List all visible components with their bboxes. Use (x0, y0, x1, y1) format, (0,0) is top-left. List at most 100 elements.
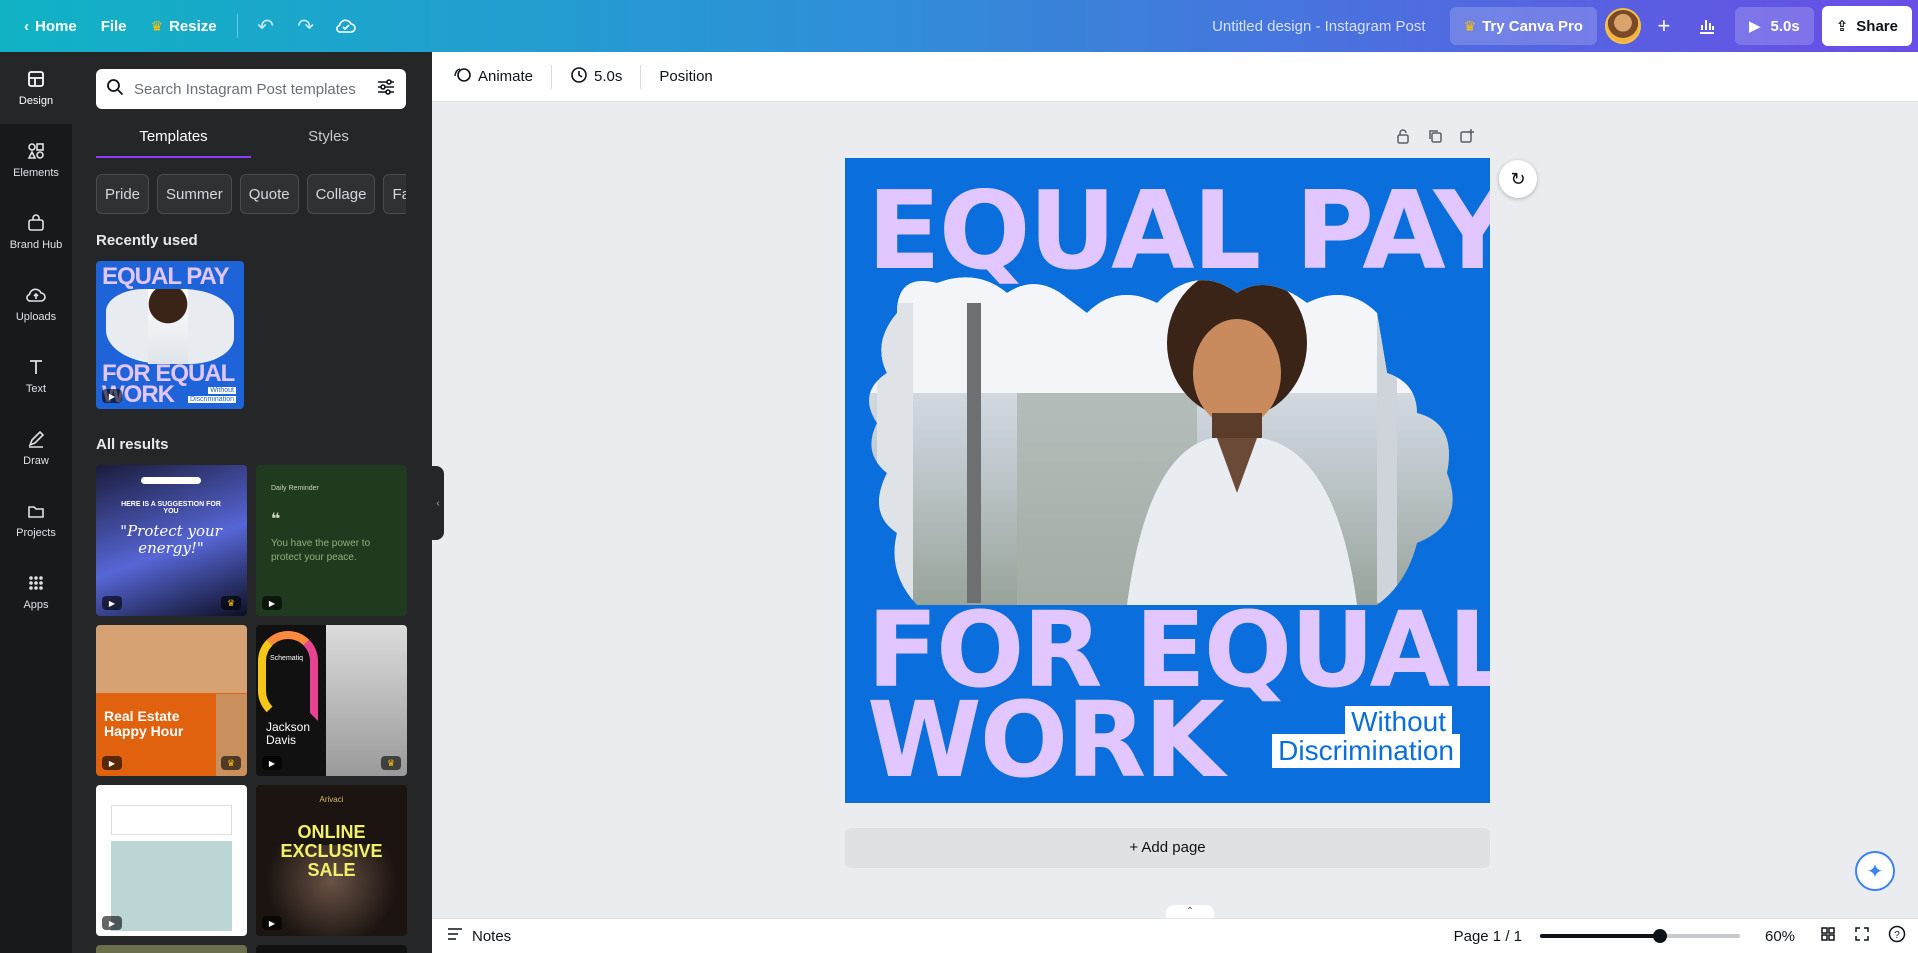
resize-button[interactable]: ♛ Resize (139, 8, 229, 44)
duplicate-page-icon[interactable] (1427, 128, 1443, 149)
tab-templates[interactable]: Templates (96, 118, 251, 158)
show-timeline-toggle[interactable]: ⌃ (1166, 905, 1214, 919)
add-page-icon[interactable] (1459, 128, 1475, 149)
animate-icon (454, 66, 472, 88)
thumb-text-2: "Protect your energy!" (120, 522, 222, 557)
chevron-left-icon: ‹ (436, 497, 440, 509)
thumb-person (148, 289, 188, 364)
play-icon: ▶ (1748, 18, 1761, 35)
notes-label: Notes (472, 927, 512, 945)
headline-line-3[interactable]: WORK (867, 688, 1225, 792)
rail-label: Draw (23, 455, 49, 467)
animate-button[interactable]: Animate (446, 59, 541, 95)
thumb-sub-2: Discrimination (188, 396, 236, 403)
headline-line-1[interactable]: EQUAL PAY (867, 178, 1490, 286)
add-comment-button[interactable]: ↻ (1499, 160, 1537, 198)
grid-view-icon[interactable] (1820, 926, 1836, 947)
crown-icon: ♛ (381, 756, 401, 770)
rail-item-draw[interactable]: Draw (0, 412, 72, 484)
rail-item-design[interactable]: Design (0, 52, 72, 124)
redo-icon[interactable]: ↷ (286, 8, 326, 44)
rail-label: Uploads (15, 311, 57, 323)
tab-styles[interactable]: Styles (251, 118, 406, 158)
template-thumb[interactable]: ▶ (96, 785, 247, 936)
present-play-button[interactable]: ▶ 5.0s (1734, 7, 1814, 45)
zoom-slider[interactable] (1540, 929, 1740, 943)
template-thumb[interactable] (256, 945, 407, 953)
magic-assistant-button[interactable]: ✦ (1855, 851, 1895, 891)
help-icon[interactable]: ? (1888, 925, 1906, 948)
analytics-icon[interactable] (1687, 8, 1727, 44)
notes-button[interactable]: Notes (446, 926, 511, 946)
video-icon: ▶ (102, 389, 122, 403)
search-input[interactable] (134, 80, 366, 98)
thumb-photo (111, 841, 232, 931)
design-canvas[interactable]: EQUAL PAY FOR EQUAL WORK Without Discrim… (845, 158, 1490, 803)
document-title[interactable]: Untitled design - Instagram Post (1212, 18, 1425, 35)
template-thumb[interactable]: Real Estate Happy Hour ▶ ♛ (96, 625, 247, 776)
template-thumb[interactable]: Arivaci ONLINE EXCLUSIVE SALE ▶ (256, 785, 407, 936)
chip-pride[interactable]: Pride (96, 174, 150, 214)
vertical-scrollbar[interactable] (1904, 102, 1918, 918)
rail-label: Projects (16, 527, 56, 539)
thumb-photo (326, 625, 407, 776)
chip-quote[interactable]: Quote (239, 174, 299, 214)
thumb-pill (141, 477, 201, 484)
recent-template-thumb[interactable]: EQUAL PAY FOR EQUAL WORK Without Discrim… (96, 261, 244, 409)
thumb-text-2: Schematiq (270, 655, 304, 662)
chip-summer[interactable]: Summer (157, 174, 232, 214)
resize-label: Resize (169, 17, 217, 35)
rail-item-elements[interactable]: Elements (0, 124, 72, 196)
subtitle-discrimination[interactable]: Discrimination (1272, 734, 1460, 768)
file-label: File (100, 17, 127, 35)
rail-item-text[interactable]: Text (0, 340, 72, 412)
page-indicator[interactable]: Page 1 / 1 (1454, 928, 1522, 945)
rail-item-projects[interactable]: Projects (0, 484, 72, 556)
template-thumb[interactable]: HERE IS A SUGGESTION FOR YOU "Protect yo… (96, 465, 247, 616)
photo-blob (869, 277, 1453, 605)
lock-icon[interactable] (1395, 128, 1411, 149)
file-menu-button[interactable]: File (89, 8, 139, 44)
divider (640, 64, 642, 89)
thumb-shape (258, 631, 318, 721)
rail-item-uploads[interactable]: Uploads (0, 268, 72, 340)
svg-text:?: ? (1894, 930, 1900, 941)
add-page-button[interactable]: + Add page (845, 828, 1490, 868)
plus-icon[interactable]: + (1649, 13, 1679, 39)
video-icon: ▶ (262, 916, 282, 930)
chip-collage[interactable]: Collage (306, 174, 376, 214)
avatar[interactable] (1604, 8, 1641, 44)
all-results-heading: All results (96, 436, 169, 453)
template-thumb[interactable] (96, 945, 247, 953)
undo-icon[interactable]: ↶ (246, 8, 286, 44)
position-button[interactable]: Position (651, 59, 720, 95)
template-thumb[interactable]: Schematiq Jackson Davis ▶ ♛ (256, 625, 407, 776)
collapse-panel-handle[interactable]: ‹ (432, 466, 444, 540)
draw-icon (26, 429, 46, 451)
thumb-text: HERE IS A SUGGESTION FOR YOU (121, 501, 221, 515)
video-icon: ▶ (102, 756, 122, 770)
template-thumb[interactable]: Daily Reminder ❝ You have the power to p… (256, 465, 407, 616)
rail-item-brand-hub[interactable]: Brand Hub (0, 196, 72, 268)
left-rail: Design Elements Brand Hub Uploads Text D… (0, 52, 72, 953)
notes-icon (446, 926, 464, 946)
home-button[interactable]: ‹ Home (12, 8, 89, 44)
cloud-save-icon[interactable] (326, 8, 366, 44)
zoom-slider-handle[interactable] (1653, 929, 1667, 943)
uploads-icon (25, 285, 47, 307)
category-chips: Pride Summer Quote Collage Fa› (96, 174, 406, 214)
crown-icon: ♛ (150, 17, 164, 34)
zoom-level[interactable]: 60% (1758, 928, 1802, 945)
rail-label: Brand Hub (9, 239, 63, 251)
apps-icon (26, 573, 46, 595)
try-pro-label: Try Canva Pro (1482, 17, 1583, 35)
thumb-text: ONLINE EXCLUSIVE SALE (280, 822, 383, 880)
rail-item-apps[interactable]: Apps (0, 556, 72, 628)
try-canva-pro-button[interactable]: ♛ Try Canva Pro (1449, 7, 1597, 45)
filter-icon[interactable] (376, 78, 396, 101)
timing-button[interactable]: 5.0s (562, 59, 630, 95)
timing-label: 5.0s (594, 68, 623, 85)
fullscreen-icon[interactable] (1854, 926, 1870, 947)
chip-more[interactable]: Fa› (383, 174, 406, 214)
share-button[interactable]: ⇪ Share (1821, 6, 1912, 46)
